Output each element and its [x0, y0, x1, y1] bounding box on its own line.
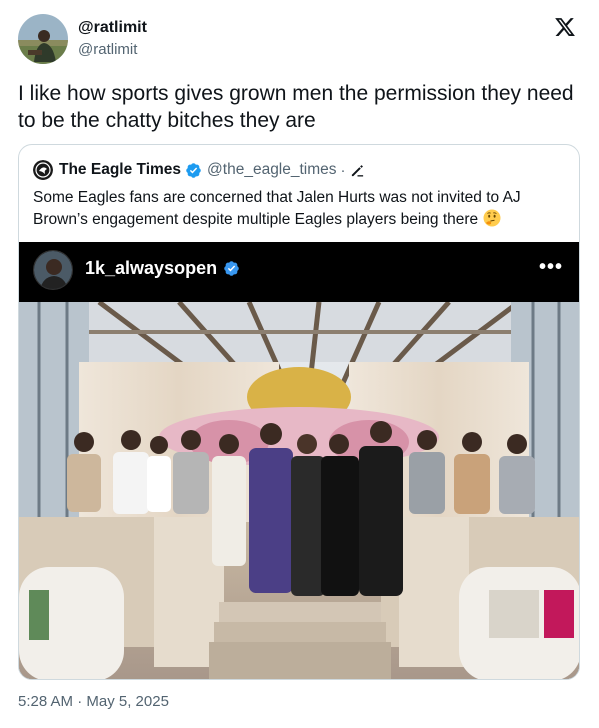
instagram-header-bar: 1k_alwaysopen ••• — [19, 242, 579, 302]
separator-dot: · — [340, 161, 346, 179]
instagram-verified-icon — [224, 261, 239, 276]
more-options-icon[interactable]: ••• — [539, 256, 563, 279]
author-handle[interactable]: @ratlimit — [78, 40, 147, 60]
quoted-tweet-header: The Eagle Times @the_eagle_times · — [33, 159, 563, 181]
tweet-text: I like how sports gives grown men the pe… — [18, 82, 574, 132]
instagram-avatar[interactable] — [33, 250, 73, 290]
x-logo-icon[interactable] — [554, 16, 576, 38]
instagram-username-group[interactable]: 1k_alwaysopen — [85, 258, 240, 279]
thinking-face-emoji-icon — [483, 209, 501, 227]
quoted-author-avatar[interactable] — [33, 160, 53, 180]
author-avatar[interactable] — [18, 14, 68, 64]
quoted-tweet-text: Some Eagles fans are concerned that Jale… — [33, 187, 563, 231]
tweet-timestamp[interactable]: 5:28 AM · May 5, 2025 — [18, 693, 169, 710]
author-display-name[interactable]: @ratlimit — [78, 18, 147, 38]
tweet-card: @ratlimit @ratlimit I like how sports gi… — [0, 0, 599, 728]
instagram-username[interactable]: 1k_alwaysopen — [85, 258, 217, 279]
quoted-media[interactable]: 1k_alwaysopen ••• — [19, 242, 579, 679]
quoted-tweet[interactable]: The Eagle Times @the_eagle_times · Some … — [18, 144, 580, 680]
edited-pencil-icon[interactable] — [350, 163, 365, 178]
tweet-header: @ratlimit @ratlimit — [18, 12, 578, 68]
quoted-tweet-text-body: Some Eagles fans are concerned that Jale… — [33, 189, 521, 228]
verified-badge-icon — [186, 162, 201, 178]
author-names: @ratlimit @ratlimit — [78, 18, 147, 60]
quoted-author-name[interactable]: The Eagle Times — [59, 161, 181, 179]
quoted-author-handle[interactable]: @the_eagle_times — [207, 161, 336, 179]
group-photo — [19, 302, 579, 679]
